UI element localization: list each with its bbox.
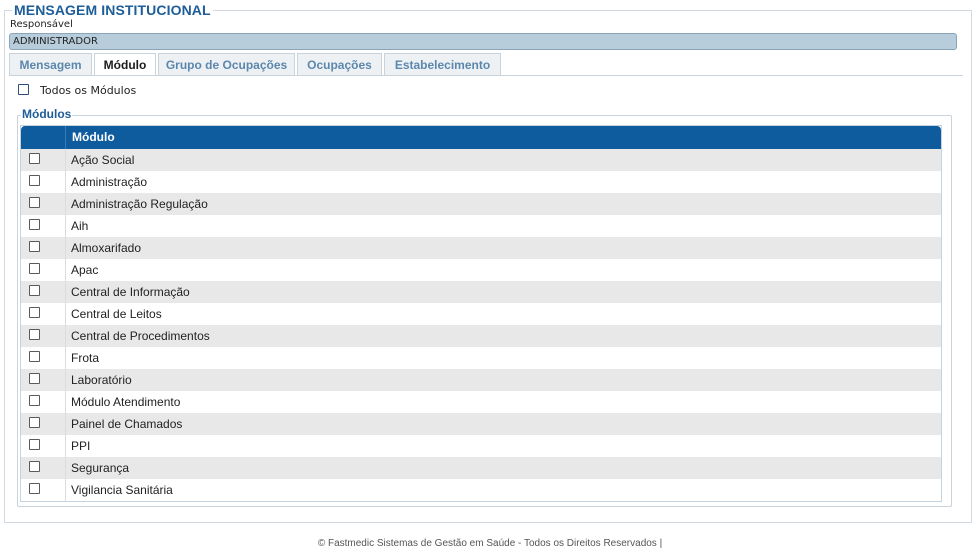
modulos-grid: Módulo Ação Social Administração Administr… [20, 125, 942, 502]
row-separator [65, 325, 66, 347]
row-separator [65, 457, 66, 479]
row-checkbox[interactable] [29, 439, 40, 450]
responsavel-field[interactable]: ADMINISTRADOR [9, 33, 957, 50]
row-checkbox[interactable] [29, 329, 40, 340]
table-row[interactable]: Módulo Atendimento [21, 391, 941, 413]
table-row[interactable]: Segurança [21, 457, 941, 479]
row-label: Central de Informação [71, 285, 190, 299]
row-checkbox[interactable] [29, 197, 40, 208]
table-row[interactable]: Central de Leitos [21, 303, 941, 325]
row-label: Frota [71, 351, 100, 365]
row-separator [65, 171, 66, 193]
column-header-modulo[interactable]: Módulo [72, 126, 115, 149]
grid-header: Módulo [21, 126, 941, 149]
tab-divider [9, 75, 963, 76]
row-checkbox[interactable] [29, 175, 40, 186]
row-checkbox[interactable] [29, 461, 40, 472]
table-row[interactable]: Central de Procedimentos [21, 325, 941, 347]
row-checkbox[interactable] [29, 417, 40, 428]
row-label: Central de Leitos [71, 307, 162, 321]
table-row[interactable]: Frota [21, 347, 941, 369]
row-label: Administração [71, 175, 148, 189]
todos-modulos-label: Todos os Módulos [40, 84, 137, 97]
row-checkbox[interactable] [29, 307, 40, 318]
row-label: Apac [71, 263, 99, 277]
row-separator [65, 391, 66, 413]
row-checkbox[interactable] [29, 395, 40, 406]
row-separator [65, 149, 66, 171]
tab-estabelecimento[interactable]: Estabelecimento [384, 53, 501, 75]
tab-ocupacoes[interactable]: Ocupações [297, 53, 382, 75]
header-separator [65, 126, 66, 149]
row-label: Vigilancia Sanitária [71, 483, 173, 497]
tab-grupo-de-ocupacoes[interactable]: Grupo de Ocupações [158, 53, 295, 75]
row-separator [65, 259, 66, 281]
row-label: Almoxarifado [71, 241, 142, 255]
row-checkbox[interactable] [29, 153, 40, 164]
table-row[interactable]: Apac [21, 259, 941, 281]
row-checkbox[interactable] [29, 285, 40, 296]
row-separator [65, 215, 66, 237]
row-label: Aih [71, 219, 89, 233]
todos-modulos-checkbox[interactable] [18, 84, 29, 95]
row-label: PPI [71, 439, 91, 453]
table-row[interactable]: Painel de Chamados [21, 413, 941, 435]
row-label: Administração Regulação [71, 197, 208, 211]
row-label: Painel de Chamados [71, 417, 183, 431]
row-label: Segurança [71, 461, 130, 475]
table-row[interactable]: Vigilancia Sanitária [21, 479, 941, 501]
table-row[interactable]: Administração [21, 171, 941, 193]
responsavel-label: Responsável [10, 19, 73, 30]
tab-bar: Mensagem Módulo Grupo de Ocupações Ocupa… [9, 53, 503, 76]
table-row[interactable]: Almoxarifado [21, 237, 941, 259]
row-separator [65, 435, 66, 457]
modulos-legend: Módulos [21, 107, 73, 121]
tab-modulo[interactable]: Módulo [94, 53, 156, 76]
row-checkbox[interactable] [29, 373, 40, 384]
row-separator [65, 303, 66, 325]
page-title: MENSAGEM INSTITUCIONAL [12, 2, 213, 18]
row-checkbox[interactable] [29, 483, 40, 494]
row-checkbox[interactable] [29, 219, 40, 230]
row-checkbox[interactable] [29, 241, 40, 252]
table-row[interactable]: Administração Regulação [21, 193, 941, 215]
row-label: Ação Social [71, 153, 135, 167]
row-separator [65, 193, 66, 215]
row-label: Módulo Atendimento [71, 395, 181, 409]
row-separator [65, 413, 66, 435]
row-label: Laboratório [71, 373, 132, 387]
row-checkbox[interactable] [29, 351, 40, 362]
row-separator [65, 281, 66, 303]
row-checkbox[interactable] [29, 263, 40, 274]
row-separator [65, 479, 66, 501]
row-separator [65, 347, 66, 369]
table-row[interactable]: Ação Social [21, 149, 941, 171]
table-row[interactable]: Laboratório [21, 369, 941, 391]
table-row[interactable]: Aih [21, 215, 941, 237]
row-separator [65, 369, 66, 391]
table-row[interactable]: PPI [21, 435, 941, 457]
row-separator [65, 237, 66, 259]
footer-copyright: © Fastmedic Sistemas de Gestão em Saúde … [317, 538, 663, 549]
table-row[interactable]: Central de Informação [21, 281, 941, 303]
tab-mensagem[interactable]: Mensagem [9, 53, 92, 75]
row-label: Central de Procedimentos [71, 329, 210, 343]
